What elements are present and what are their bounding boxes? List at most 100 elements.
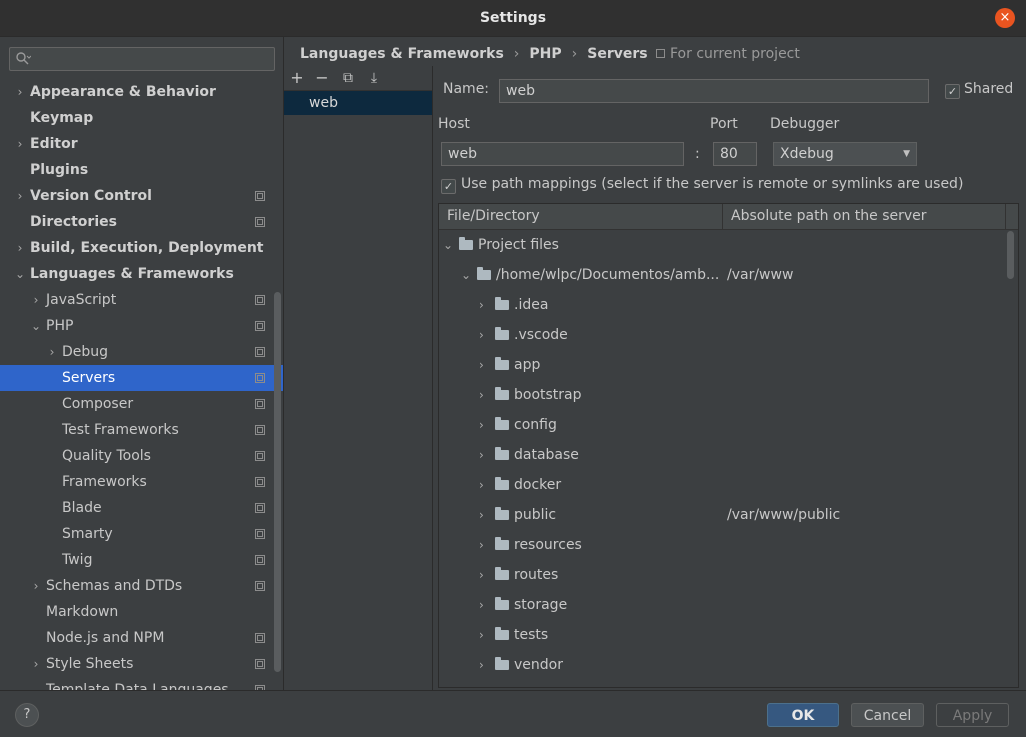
tree-item[interactable]: ⌄ Languages & Frameworks: [0, 261, 283, 287]
name-input[interactable]: web: [499, 79, 929, 103]
apply-button[interactable]: Apply: [936, 703, 1009, 727]
tree-item[interactable]: Node.js and NPM: [0, 625, 283, 651]
tree-item[interactable]: › Appearance & Behavior: [0, 79, 283, 105]
tree-item-label: JavaScript: [46, 292, 117, 308]
tree-item[interactable]: Composer: [0, 391, 283, 417]
shared-checkbox[interactable]: ✓: [945, 84, 960, 99]
server-path[interactable]: /var/www: [727, 260, 793, 290]
chevron-right-icon[interactable]: ›: [30, 651, 42, 677]
chevron-right-icon[interactable]: ›: [14, 79, 26, 105]
table-row[interactable]: › docker: [439, 470, 1006, 500]
project-scope-icon: [255, 451, 265, 461]
tree-item[interactable]: › Schemas and DTDs: [0, 573, 283, 599]
tree-item[interactable]: Twig: [0, 547, 283, 573]
search-input[interactable]: [9, 47, 275, 71]
chevron-down-icon: ▼: [903, 149, 910, 159]
tree-item[interactable]: Blade: [0, 495, 283, 521]
chevron-right-icon[interactable]: ›: [479, 620, 484, 650]
chevron-right-icon[interactable]: ›: [46, 339, 58, 365]
table-row[interactable]: › resources: [439, 530, 1006, 560]
chevron-right-icon[interactable]: ›: [479, 380, 484, 410]
chevron-down-icon[interactable]: ⌄: [30, 313, 42, 339]
tree-item[interactable]: Servers: [0, 365, 283, 391]
column-header-file-directory[interactable]: File/Directory: [439, 204, 723, 229]
tree-item[interactable]: Test Frameworks: [0, 417, 283, 443]
local-path: database: [514, 447, 579, 463]
table-row[interactable]: › bootstrap: [439, 380, 1006, 410]
chevron-down-icon[interactable]: ⌄: [443, 230, 453, 260]
tree-item[interactable]: ⌄ PHP: [0, 313, 283, 339]
table-row[interactable]: › app: [439, 350, 1006, 380]
chevron-right-icon[interactable]: ›: [479, 650, 484, 680]
close-button[interactable]: ×: [995, 8, 1015, 28]
cancel-button[interactable]: Cancel: [851, 703, 924, 727]
chevron-right-icon[interactable]: ›: [479, 470, 484, 500]
tree-item-label: Markdown: [46, 604, 119, 620]
chevron-down-icon[interactable]: ⌄: [14, 261, 26, 287]
folder-icon: [495, 297, 509, 310]
breadcrumb-item: PHP: [529, 46, 562, 62]
tree-item[interactable]: Frameworks: [0, 469, 283, 495]
server-list-item[interactable]: web: [284, 91, 432, 115]
table-row[interactable]: › public/var/www/public: [439, 500, 1006, 530]
table-row[interactable]: ⌄ /home/wlpc/Documentos/amb... /var/www: [439, 260, 1006, 290]
copy-server-button[interactable]: ⧉: [338, 68, 358, 88]
column-header-server-path[interactable]: Absolute path on the server: [723, 204, 1006, 229]
table-row[interactable]: › vendor: [439, 650, 1006, 680]
chevron-right-icon[interactable]: ›: [479, 500, 484, 530]
chevron-right-icon[interactable]: ›: [479, 560, 484, 590]
chevron-right-icon[interactable]: ›: [30, 573, 42, 599]
remove-server-button[interactable]: −: [312, 68, 332, 88]
chevron-right-icon[interactable]: ›: [14, 183, 26, 209]
chevron-right-icon[interactable]: ›: [479, 320, 484, 350]
tree-item[interactable]: Plugins: [0, 157, 283, 183]
tree-item[interactable]: Quality Tools: [0, 443, 283, 469]
tree-item[interactable]: Markdown: [0, 599, 283, 625]
server-path[interactable]: /var/www/public: [727, 500, 840, 530]
tree-item[interactable]: › Style Sheets: [0, 651, 283, 677]
scope-text: For current project: [670, 46, 800, 62]
port-input[interactable]: 80: [713, 142, 757, 166]
table-row[interactable]: › database: [439, 440, 1006, 470]
help-button[interactable]: ?: [15, 703, 39, 727]
tree-item-label: Version Control: [30, 188, 152, 204]
tree-item[interactable]: › Editor: [0, 131, 283, 157]
tree-item[interactable]: Smarty: [0, 521, 283, 547]
table-scrollbar[interactable]: [1007, 231, 1014, 279]
breadcrumb-item: Languages & Frameworks: [300, 46, 504, 62]
table-row[interactable]: › .vscode: [439, 320, 1006, 350]
ok-button[interactable]: OK: [767, 703, 839, 727]
tree-item[interactable]: › Build, Execution, Deployment: [0, 235, 283, 261]
chevron-right-icon[interactable]: ›: [14, 235, 26, 261]
debugger-select[interactable]: Xdebug ▼: [773, 142, 917, 166]
tree-item[interactable]: Directories: [0, 209, 283, 235]
tree-item[interactable]: › Debug: [0, 339, 283, 365]
import-server-button[interactable]: ⤓: [364, 68, 384, 88]
path-mappings-table: File/Directory Absolute path on the serv…: [438, 203, 1019, 688]
chevron-right-icon[interactable]: ›: [479, 440, 484, 470]
chevron-right-icon[interactable]: ›: [30, 287, 42, 313]
tree-item[interactable]: › JavaScript: [0, 287, 283, 313]
folder-icon: [495, 417, 509, 430]
use-path-mappings-checkbox[interactable]: ✓: [441, 179, 456, 194]
tree-scrollbar[interactable]: [274, 292, 281, 672]
tree-item[interactable]: Template Data Languages: [0, 677, 283, 690]
table-row[interactable]: ⌄ Project files: [439, 230, 1006, 260]
chevron-right-icon[interactable]: ›: [14, 131, 26, 157]
table-row[interactable]: › tests: [439, 620, 1006, 650]
tree-item[interactable]: Keymap: [0, 105, 283, 131]
chevron-right-icon[interactable]: ›: [479, 290, 484, 320]
table-row[interactable]: › .idea: [439, 290, 1006, 320]
chevron-right-icon[interactable]: ›: [479, 530, 484, 560]
table-row[interactable]: › routes: [439, 560, 1006, 590]
table-row[interactable]: › storage: [439, 590, 1006, 620]
add-server-button[interactable]: +: [287, 68, 307, 88]
servers-toolbar: + − ⧉ ⤓: [284, 66, 432, 91]
chevron-right-icon[interactable]: ›: [479, 410, 484, 440]
chevron-right-icon[interactable]: ›: [479, 350, 484, 380]
chevron-down-icon[interactable]: ⌄: [461, 260, 471, 290]
host-input[interactable]: web: [441, 142, 684, 166]
tree-item[interactable]: › Version Control: [0, 183, 283, 209]
chevron-right-icon[interactable]: ›: [479, 590, 484, 620]
table-row[interactable]: › config: [439, 410, 1006, 440]
